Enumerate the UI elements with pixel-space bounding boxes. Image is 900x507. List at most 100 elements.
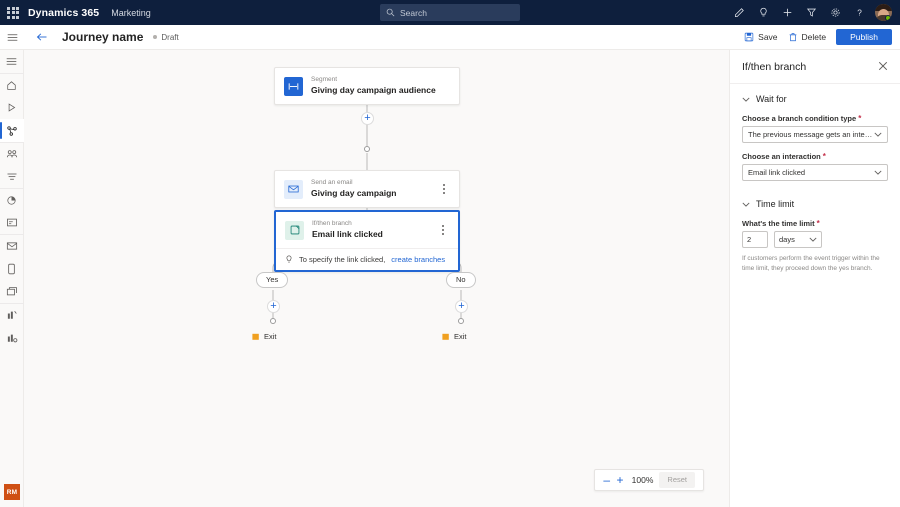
search-icon [386, 8, 395, 17]
journeys-icon [6, 125, 17, 136]
user-badge[interactable]: RM [4, 484, 20, 500]
waffle-menu-icon[interactable] [0, 0, 26, 25]
interaction-select[interactable]: Email link clicked [742, 164, 888, 181]
required-asterisk: * [858, 114, 862, 123]
node-header: Segment Giving day campaign audience [275, 68, 459, 104]
journey-node-segment[interactable]: Segment Giving day campaign audience [274, 67, 460, 106]
node-more-menu[interactable] [438, 184, 450, 195]
rail-item-emails[interactable] [0, 234, 24, 257]
search-box[interactable] [380, 4, 520, 21]
back-button[interactable] [36, 32, 48, 42]
rail-item-customers[interactable] [0, 142, 24, 165]
panel-header: If/then branch [730, 50, 900, 84]
rail-item-push[interactable] [0, 280, 24, 303]
hamburger-icon[interactable] [0, 25, 24, 50]
flag-icon [252, 333, 259, 340]
field-label-text: Choose an interaction [742, 152, 821, 161]
email-icon [284, 179, 303, 199]
connector-dot-no [458, 318, 464, 324]
node-kind-label: Send an email [311, 179, 353, 186]
delete-button[interactable]: Delete [788, 32, 826, 42]
exit-label-text: Exit [454, 332, 467, 341]
status-dot-icon [153, 35, 158, 39]
flag-icon [442, 333, 449, 340]
home-icon [7, 80, 16, 90]
command-bar: Journey name Draft Save Delete Publish [0, 25, 900, 50]
select-value: days [779, 235, 795, 244]
rail-item-recent[interactable] [0, 96, 24, 119]
journey-node-ifthen-branch[interactable]: If/then branch Email link clicked To spe… [274, 210, 460, 273]
node-header: Send an email Giving day campaign [275, 171, 459, 207]
node-kind-label: Segment [311, 76, 338, 83]
avatar[interactable] [875, 4, 892, 21]
node-more-menu[interactable] [437, 225, 449, 236]
section-time-limit[interactable]: Time limit [742, 199, 888, 209]
rail-item-home[interactable] [0, 73, 24, 96]
add-step-button-yes[interactable]: + [267, 300, 280, 313]
rail-item-text-messages[interactable] [0, 257, 24, 280]
publish-button[interactable]: Publish [836, 28, 892, 46]
presence-badge [885, 15, 891, 21]
required-asterisk: * [822, 152, 826, 161]
add-step-button-no[interactable]: + [455, 300, 468, 313]
zoom-controls: – + 100% Reset [594, 469, 704, 491]
section-heading: Wait for [756, 94, 787, 104]
rail-item-journeys[interactable] [0, 119, 24, 142]
zoom-in-button[interactable]: + [616, 474, 623, 486]
create-branches-link[interactable]: create branches [391, 255, 445, 264]
rail-item-analytics[interactable] [0, 326, 24, 349]
select-value: The previous message gets an interaction [748, 130, 874, 139]
section-heading: Time limit [756, 199, 795, 209]
search-input[interactable] [400, 7, 514, 18]
required-asterisk: * [816, 219, 820, 228]
chevron-down-icon [809, 235, 817, 244]
field-label-text: Choose a branch condition type [742, 114, 857, 123]
app-name-label: Marketing [111, 7, 151, 18]
time-unit-select[interactable]: days [774, 231, 822, 248]
exit-label-text: Exit [264, 332, 277, 341]
lightbulb-icon[interactable] [751, 0, 775, 25]
connector-dot-1 [364, 146, 370, 152]
mobile-icon [8, 263, 15, 274]
node-hint: To specify the link clicked, create bran… [276, 248, 458, 270]
branch-pill-no[interactable]: No [446, 272, 476, 288]
field-label-interaction: Choose an interaction * [742, 152, 888, 161]
connector-dot-yes [270, 318, 276, 324]
zoom-out-button[interactable]: – [603, 474, 610, 486]
rail-item-menu[interactable] [0, 50, 24, 73]
journey-node-email[interactable]: Send an email Giving day campaign [274, 170, 460, 209]
rail-item-segments[interactable] [0, 165, 24, 188]
journey-canvas[interactable]: Segment Giving day campaign audience + S… [24, 50, 729, 507]
branch-icon [285, 220, 304, 240]
branch-pill-yes[interactable]: Yes [256, 272, 289, 288]
save-button[interactable]: Save [744, 32, 778, 42]
chevron-down-icon [742, 199, 750, 209]
brand-label: Dynamics 365 [28, 6, 100, 19]
edit-icon[interactable] [727, 0, 751, 25]
connector-lines [272, 102, 462, 318]
add-icon[interactable] [775, 0, 799, 25]
push-icon [6, 287, 17, 296]
gear-icon[interactable] [823, 0, 847, 25]
add-step-button-1[interactable]: + [361, 112, 374, 125]
exit-node-no[interactable]: Exit [442, 332, 467, 341]
section-wait-for[interactable]: Wait for [742, 94, 888, 104]
help-icon[interactable]: ? [847, 0, 871, 25]
customers-icon [6, 150, 17, 158]
reports-icon [7, 310, 17, 319]
time-limit-input[interactable] [742, 231, 768, 248]
rail-item-reports[interactable] [0, 303, 24, 326]
node-hint-text: To specify the link clicked, [299, 255, 386, 265]
rail-item-forms[interactable] [0, 211, 24, 234]
zoom-reset-button[interactable]: Reset [659, 472, 695, 488]
filter-icon[interactable] [799, 0, 823, 25]
close-icon[interactable] [878, 61, 888, 73]
chevron-down-icon [742, 94, 750, 104]
segment-icon [284, 76, 303, 96]
zoom-level-label: 100% [631, 475, 654, 485]
rail-item-insights[interactable] [0, 188, 24, 211]
chevron-down-icon [874, 168, 882, 177]
node-kind-label: If/then branch [312, 220, 352, 227]
branch-condition-type-select[interactable]: The previous message gets an interaction [742, 126, 888, 143]
exit-node-yes[interactable]: Exit [252, 332, 277, 341]
